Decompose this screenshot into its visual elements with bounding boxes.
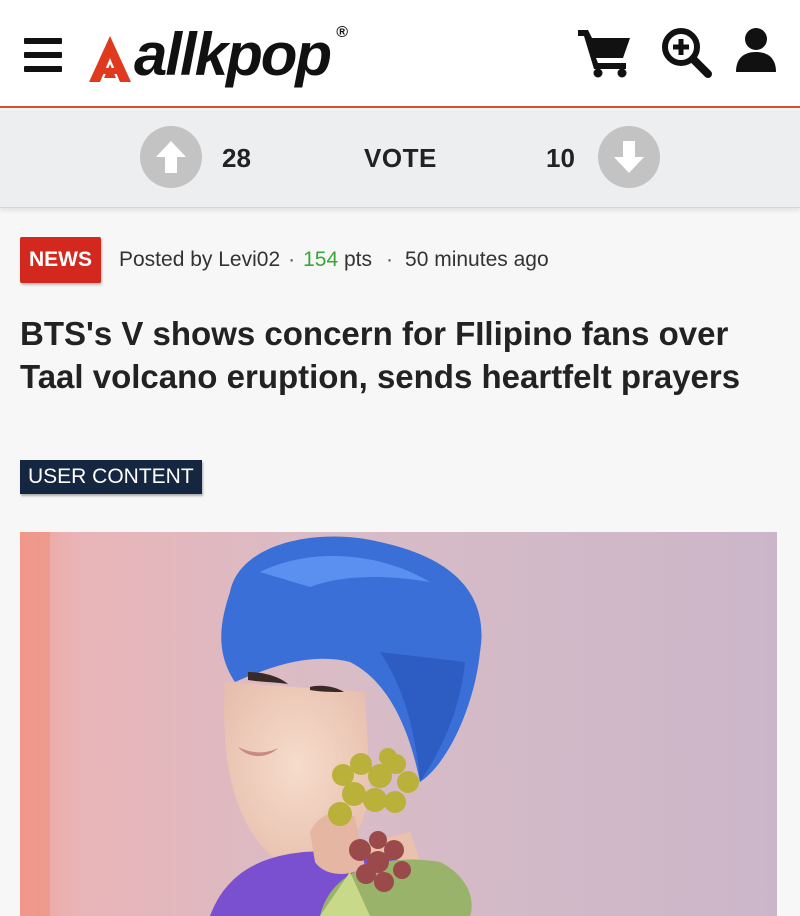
zoom-in-search-icon[interactable] bbox=[660, 26, 712, 78]
meta-separator: · bbox=[288, 248, 296, 271]
meta-separator: · bbox=[386, 248, 394, 271]
allkpop-logo[interactable]: allkpop ® bbox=[88, 21, 348, 88]
upvote-button[interactable] bbox=[140, 126, 202, 188]
author-link[interactable]: Levi02 bbox=[218, 248, 280, 272]
vote-label: VOTE bbox=[364, 143, 437, 173]
hamburger-menu-icon[interactable] bbox=[24, 38, 62, 72]
logo-mark-icon bbox=[89, 36, 131, 82]
logo-text: allkpop bbox=[134, 21, 332, 88]
registered-mark: ® bbox=[336, 24, 349, 41]
article-photo bbox=[20, 532, 777, 916]
arrow-down-icon bbox=[614, 141, 644, 173]
user-content-badge[interactable]: USER CONTENT bbox=[20, 460, 202, 494]
posted-by-prefix: Posted by bbox=[119, 248, 219, 271]
downvote-count: 10 bbox=[546, 143, 575, 173]
downvote-button[interactable] bbox=[598, 126, 660, 188]
vote-bar: 28 VOTE 10 bbox=[0, 110, 800, 208]
category-badge[interactable]: NEWS bbox=[20, 237, 101, 283]
shopping-cart-icon[interactable] bbox=[576, 26, 634, 78]
site-header: allkpop ® bbox=[0, 0, 800, 108]
author-points: 154 bbox=[303, 248, 339, 271]
user-account-icon[interactable] bbox=[734, 26, 778, 74]
article-title: BTS's V shows concern for FIlipino fans … bbox=[20, 315, 741, 395]
upvote-count: 28 bbox=[222, 143, 251, 173]
post-meta: NEWS Posted by Levi02 · 154 pts · 50 min… bbox=[20, 236, 549, 284]
points-suffix: pts bbox=[338, 248, 373, 271]
post-time: 50 minutes ago bbox=[405, 248, 549, 271]
arrow-up-icon bbox=[156, 141, 186, 173]
